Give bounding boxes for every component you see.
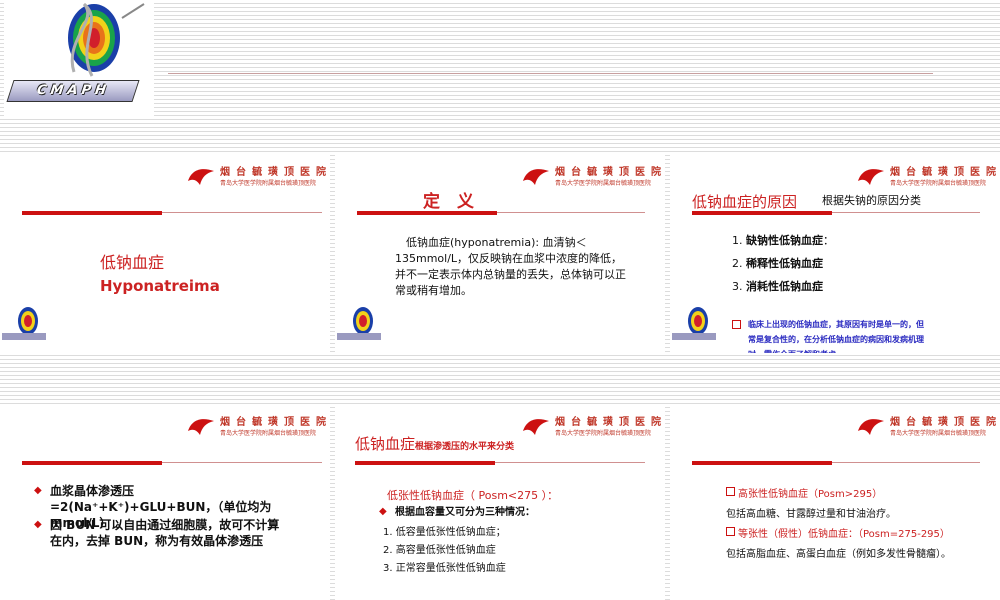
isotonic-desc: 包括高脂血症、高蛋白血症（例如多发性骨髓瘤）。 (726, 549, 951, 560)
bullet-diamond-icon: ◆ (34, 519, 42, 530)
slide-title: 低钠血症的原因 (692, 193, 798, 211)
slide-1[interactable]: 烟台毓璜顶医院 青岛大学医学院附属烟台毓璜顶医院 低钠血症 Hyponatrei… (0, 155, 330, 353)
hypotonic-heading: 低张性低钠血症（ Posm<275 ）： (387, 489, 559, 502)
cause-item-1: 1. 缺钠性低钠血症： (732, 234, 834, 247)
hospital-name: 烟台毓璜顶医院 (555, 417, 665, 428)
title-rule-thin (497, 212, 645, 213)
small-logo-icon (337, 307, 381, 340)
slide-title: 低钠血症根据渗透压的水平来分类 (355, 435, 515, 453)
slide-subtitle: 根据失钠的原因分类 (822, 194, 921, 207)
bullet-diamond-icon: ◆ (379, 506, 387, 517)
hospital-name: 烟台毓璜顶医院 (220, 417, 330, 428)
hospital-logo: 烟台毓璜顶医院 青岛大学医学院附属烟台毓璜顶医院 (521, 413, 661, 441)
hypertonic-desc: 包括高血糖、甘露醇过量和甘油治疗。 (726, 509, 896, 520)
hypotonic-item-2: 2. 高容量低张性低钠血症 (383, 545, 496, 556)
hospital-logo: 烟台毓璜顶医院 青岛大学医学院附属烟台毓璜顶医院 (521, 163, 661, 191)
clinical-note: 临床上出现的低钠血症，其原因有时是单一的，但常是复合性的，在分析低钠血症的病因和… (748, 320, 924, 353)
title-rule (692, 211, 832, 215)
cause-item-3: 3. 消耗性低钠血症 (732, 280, 823, 293)
slide-4[interactable]: 烟台毓璜顶医院 青岛大学医学院附属烟台毓璜顶医院 ◆ 血浆晶体渗透压 =2(Na… (0, 405, 330, 600)
hospital-name: 烟台毓璜顶医院 (555, 167, 665, 178)
checkbox-square-icon (726, 487, 735, 496)
hospital-name: 烟台毓璜顶医院 (890, 417, 1000, 428)
hospital-subname: 青岛大学医学院附属烟台毓璜顶医院 (220, 430, 317, 437)
hospital-name: 烟台毓璜顶医院 (220, 167, 330, 178)
logo-wordmark: CMAPH (6, 80, 140, 102)
main-logo: CMAPH (4, 0, 154, 118)
title-rule-thin (495, 462, 645, 463)
hospital-bird-icon (188, 169, 214, 185)
small-logo-icon (2, 307, 46, 340)
hospital-bird-icon (858, 419, 884, 435)
title-rule (22, 211, 162, 215)
isotonic-label: 等张性（假性）低钠血症：（Posm=275-295） (726, 527, 950, 543)
title-rule (22, 461, 162, 465)
hospital-subname: 青岛大学医学院附属烟台毓璜顶医院 (555, 430, 652, 437)
small-logo-icon (672, 307, 716, 340)
slide-heading: 定 义 (423, 192, 474, 212)
header-rule (168, 73, 933, 74)
slide-2[interactable]: 烟台毓璜顶医院 青岛大学医学院附属烟台毓璜顶医院 定 义 低钠血症(hypona… (335, 155, 665, 353)
title-rule (355, 461, 495, 465)
title-rule (692, 461, 832, 465)
hospital-subname: 青岛大学医学院附属烟台毓璜顶医院 (220, 180, 317, 187)
hospital-bird-icon (523, 169, 549, 185)
bun-note: 因 BUN 可以自由通过细胞膜，故可不计算在内，去掉 BUN，称为有效晶体渗透压 (50, 518, 280, 548)
hospital-bird-icon (523, 419, 549, 435)
slide-6[interactable]: 烟台毓璜顶医院 青岛大学医学院附属烟台毓璜顶医院 高张性低钠血症（Posm>29… (670, 405, 1000, 600)
hospital-logo: 烟台毓璜顶医院 青岛大学医学院附属烟台毓璜顶医院 (186, 413, 326, 441)
title-rule-thin (832, 212, 980, 213)
slide-title-cn: 低钠血症 (100, 253, 165, 272)
hospital-logo: 烟台毓璜顶医院 青岛大学医学院附属烟台毓璜顶医院 (856, 413, 996, 441)
slide-3[interactable]: 烟台毓璜顶医院 青岛大学医学院附属烟台毓璜顶医院 低钠血症的原因 根据失钠的原因… (670, 155, 1000, 353)
hypertonic-label: 高张性低钠血症（Posm>295） (726, 487, 882, 503)
title-rule (357, 211, 497, 215)
hospital-subname: 青岛大学医学院附属烟台毓璜顶医院 (890, 180, 987, 187)
definition-text: 低钠血症(hyponatremia): 血清钠＜135mmol/L，仅反映钠在血… (395, 236, 626, 297)
hypotonic-item-3: 3. 正常容量低张性低钠血症 (383, 563, 506, 574)
cause-item-2: 2. 稀释性低钠血症 (732, 257, 823, 270)
title-rule-thin (162, 212, 322, 213)
hospital-bird-icon (858, 169, 884, 185)
hospital-logo: 烟台毓璜顶医院 青岛大学医学院附属烟台毓璜顶医院 (856, 163, 996, 191)
bullet-square-icon (732, 320, 741, 329)
slide-5[interactable]: 烟台毓璜顶医院 青岛大学医学院附属烟台毓璜顶医院 低钠血症根据渗透压的水平来分类… (335, 405, 665, 600)
volume-bullet: 根据血容量又可分为三种情况： (395, 507, 535, 518)
title-rule-thin (832, 462, 980, 463)
title-rule-thin (162, 462, 322, 463)
bullet-diamond-icon: ◆ (34, 485, 42, 496)
hospital-subname: 青岛大学医学院附属烟台毓璜顶医院 (555, 180, 652, 187)
hospital-name: 烟台毓璜顶医院 (890, 167, 1000, 178)
hospital-bird-icon (188, 419, 214, 435)
hospital-logo: 烟台毓璜顶医院 青岛大学医学院附属烟台毓璜顶医院 (186, 163, 326, 191)
slide-title-en: Hyponatreima (100, 277, 220, 295)
hypotonic-item-1: 1. 低容量低张性低钠血症； (383, 527, 506, 538)
checkbox-square-icon (726, 527, 735, 536)
hospital-subname: 青岛大学医学院附属烟台毓璜顶医院 (890, 430, 987, 437)
